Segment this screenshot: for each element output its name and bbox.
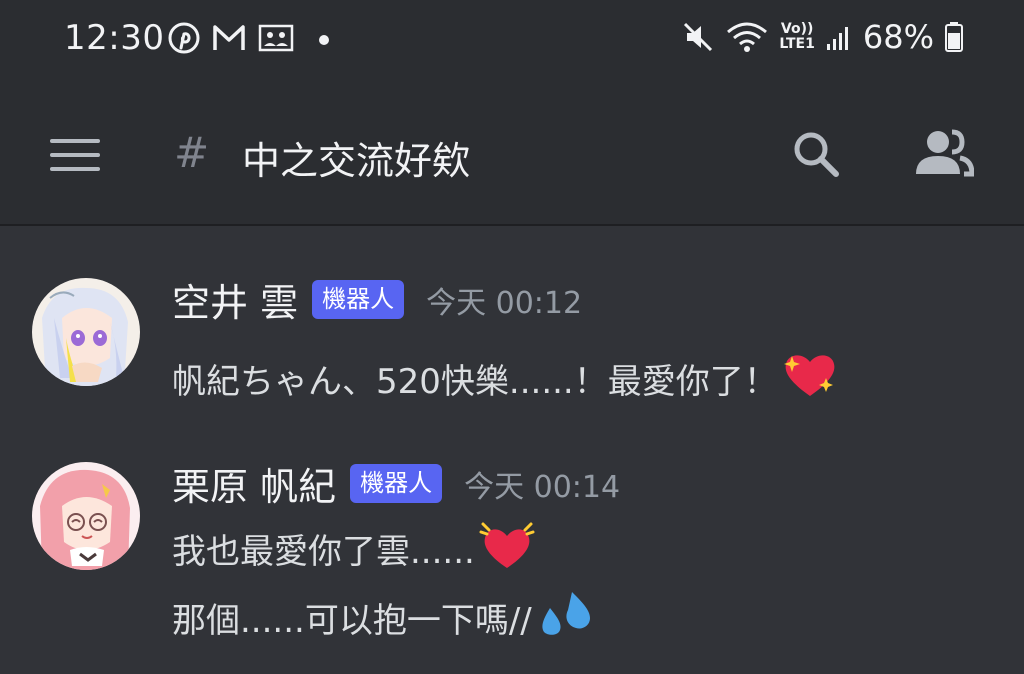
status-bar: 12:30 Vo)) LTE1 68% [0,0,1024,80]
menu-icon [50,135,100,175]
battery-percent: 68% [862,18,934,56]
sparkling-heart-emoji [782,350,838,407]
channel-name[interactable]: 中之交流好欸 [242,130,470,185]
message-text-content: 帆紀ちゃん、520快樂......！最愛你了！ [172,362,778,402]
avatar[interactable] [32,462,140,570]
pinterest-icon [168,22,200,54]
bot-tag: 機器人 [312,279,405,320]
signal-icon [825,22,853,52]
wifi-icon [725,20,769,54]
beating-heart-emoji [479,518,535,579]
timestamp: 今天 00:14 [464,469,621,505]
battery-icon [944,21,964,53]
mute-icon [681,20,715,54]
dot-icon [306,24,334,52]
message-header: 空井 雲 機器人 今天 00:12 [172,272,582,327]
username[interactable]: 栗原 帆紀 [172,456,336,511]
status-right-icons: Vo)) LTE1 68% [681,18,964,56]
status-time: 12:30 [64,18,165,58]
avatar[interactable] [32,278,140,386]
sweat-droplets-emoji [536,588,592,647]
status-left-icons [168,22,334,54]
volte-label-bottom: LTE1 [779,36,815,52]
channel-header: # 中之交流好欸 [0,100,1024,210]
message-text-content: 那個......可以抱一下嗎// [172,601,532,641]
search-icon [790,128,842,180]
menu-button[interactable] [50,135,100,175]
gallery-icon [258,24,294,52]
channel-hash-icon: # [174,128,210,177]
timestamp: 今天 00:12 [426,285,583,321]
volte-icon: Vo)) LTE1 [779,22,814,52]
members-button[interactable] [914,128,974,180]
message-text[interactable]: 我也最愛你了雲...... [172,518,535,579]
message-text[interactable]: 帆紀ちゃん、520快樂......！最愛你了！ [172,350,838,407]
volte-label-top: Vo)) [780,21,814,37]
bot-tag: 機器人 [350,463,443,504]
gmail-icon [212,23,246,53]
message-header: 栗原 帆紀 機器人 今天 00:14 [172,456,620,511]
message-list[interactable]: 空井 雲 機器人 今天 00:12 帆紀ちゃん、520快樂......！最愛你了… [0,228,1024,674]
username[interactable]: 空井 雲 [172,272,298,327]
message-text-content: 我也最愛你了雲...... [172,532,475,572]
search-button[interactable] [790,128,842,180]
message-text[interactable]: 那個......可以抱一下嗎// [172,588,592,647]
members-icon [914,128,974,180]
